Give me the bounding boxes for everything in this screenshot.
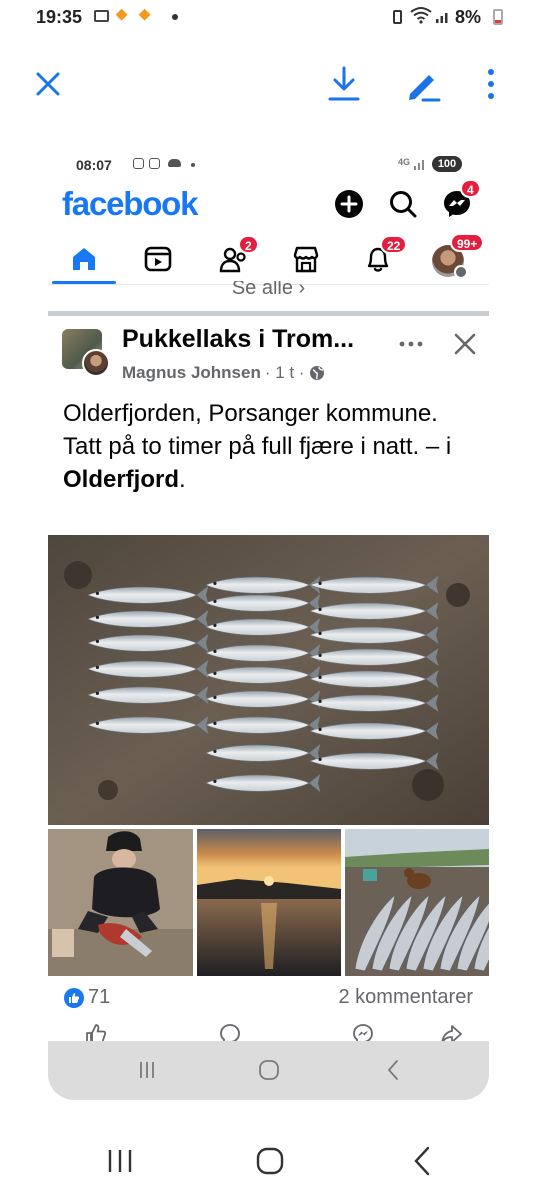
instagram-icon (133, 158, 144, 169)
signal-icon (436, 13, 448, 23)
photo-dog-and-fish[interactable] (345, 829, 489, 976)
cloud-icon (168, 159, 181, 167)
screenshot-image: 08:07 4G 100 facebook 4 2 22 99+ Se alle… (48, 145, 489, 1100)
author-name[interactable]: Magnus Johnsen (122, 363, 261, 383)
tag-icon: ⬥ (139, 6, 151, 23)
phone-status-bar: 19:35 ⬥ ⬥ 8% (0, 0, 538, 36)
feed-separator (48, 311, 489, 316)
close-icon (454, 333, 476, 355)
post-text-body: Tatt på to timer på full fjære i natt. –… (63, 433, 452, 460)
back-chevron-icon (387, 1060, 398, 1080)
marketplace-icon (293, 246, 319, 273)
photo-sunset[interactable] (197, 829, 341, 976)
post-actions (48, 1021, 489, 1046)
network-type: 4G (398, 157, 411, 167)
facebook-header: facebook 4 (48, 179, 489, 227)
inner-status-time: 08:07 (76, 157, 112, 173)
image-viewer-toolbar (0, 56, 538, 112)
plus-circle-icon (335, 190, 363, 218)
notifications-badge: 22 (380, 235, 408, 254)
tab-notifications[interactable]: 22 (348, 235, 408, 283)
hide-post-button[interactable] (450, 329, 480, 359)
friends-badge: 2 (238, 235, 259, 254)
home-button[interactable] (250, 1144, 290, 1178)
recents-icon (108, 1150, 132, 1172)
inner-battery: 100 (432, 156, 462, 172)
instagram-icon (149, 158, 160, 169)
back-button[interactable] (402, 1144, 442, 1178)
globe-icon (309, 366, 324, 380)
download-icon (328, 66, 360, 101)
gallery-icon (94, 10, 109, 22)
notification-dot (191, 163, 195, 167)
back-chevron-icon (414, 1146, 430, 1176)
post-time[interactable]: · 1 t · (265, 363, 305, 383)
user-avatar[interactable] (82, 349, 110, 377)
battery-percent: 8% (455, 7, 482, 27)
download-button[interactable] (324, 64, 364, 104)
close-icon (36, 72, 60, 96)
battery-icon (493, 9, 503, 25)
fish-catch-image (48, 535, 489, 825)
video-icon (144, 246, 172, 272)
dog-fish-image (345, 829, 489, 976)
post-meta: Magnus Johnsen · 1 t · (122, 363, 325, 383)
inner-back-button[interactable] (378, 1057, 408, 1083)
recents-icon (140, 1062, 154, 1078)
facebook-logo: facebook (62, 185, 198, 222)
battery-saver-icon (393, 10, 402, 24)
more-options-button[interactable] (471, 64, 511, 104)
like-count[interactable]: 71 (88, 986, 110, 1009)
messenger-badge: 4 (460, 179, 481, 198)
sunset-image (197, 829, 341, 976)
post-text: Olderfjorden, Porsanger kommune. Tatt på… (63, 397, 463, 496)
tab-friends[interactable]: 2 (204, 235, 264, 283)
edit-button[interactable] (403, 64, 443, 104)
tab-home[interactable] (52, 235, 116, 284)
search-icon (390, 191, 417, 218)
home-icon (73, 248, 95, 270)
recents-button[interactable] (100, 1144, 140, 1178)
wifi-icon (410, 7, 432, 24)
post-text-line1: Olderfjorden, Porsanger kommune. (63, 400, 438, 427)
edit-pen-icon (409, 75, 441, 102)
inner-system-nav (48, 1041, 489, 1100)
cleaning-fish-image (48, 829, 193, 976)
tab-profile-menu[interactable]: 99+ (420, 233, 485, 283)
comment-count[interactable]: 2 kommentarer (339, 986, 474, 1009)
close-button[interactable] (28, 64, 68, 104)
like-reaction-icon (64, 988, 84, 1008)
post-text-line2: Tatt på to timer på full fjære i natt. –… (63, 430, 463, 496)
menu-icon (454, 265, 468, 279)
photo-thumbnails (48, 829, 489, 976)
more-horizontal-icon (399, 341, 423, 347)
create-button[interactable] (332, 187, 366, 221)
system-navigation-bar (0, 1130, 538, 1192)
photo-fish-catch[interactable] (48, 535, 489, 825)
search-button[interactable] (386, 187, 420, 221)
tab-marketplace[interactable] (276, 235, 336, 283)
post-header: Pukkellaks i Trom... Magnus Johnsen · 1 … (48, 323, 489, 387)
facebook-tab-bar: 2 22 99+ (48, 233, 489, 285)
reactions-bar: 71 2 kommentarer (48, 985, 489, 1011)
home-circle-icon (256, 1147, 284, 1175)
notification-dot (172, 14, 178, 20)
inner-recents-button[interactable] (132, 1057, 162, 1083)
post-options-button[interactable] (396, 329, 426, 359)
group-name[interactable]: Pukkellaks i Trom... (122, 325, 354, 354)
messenger-button[interactable]: 4 (440, 179, 481, 221)
see-all-link[interactable]: Se alle › (48, 281, 489, 299)
post-text-period: . (179, 466, 186, 493)
inner-home-button[interactable] (254, 1057, 284, 1083)
more-vertical-icon (488, 69, 494, 99)
tag-icon: ⬥ (116, 6, 128, 23)
tab-video[interactable] (128, 235, 188, 283)
home-circle-icon (259, 1060, 279, 1080)
profile-badge: 99+ (450, 233, 485, 252)
place-link[interactable]: Olderfjord (63, 466, 179, 493)
status-time: 19:35 (36, 7, 83, 27)
photo-cleaning-fish[interactable] (48, 829, 193, 976)
inner-status-bar: 08:07 4G 100 (48, 145, 489, 185)
signal-icon (414, 160, 424, 170)
